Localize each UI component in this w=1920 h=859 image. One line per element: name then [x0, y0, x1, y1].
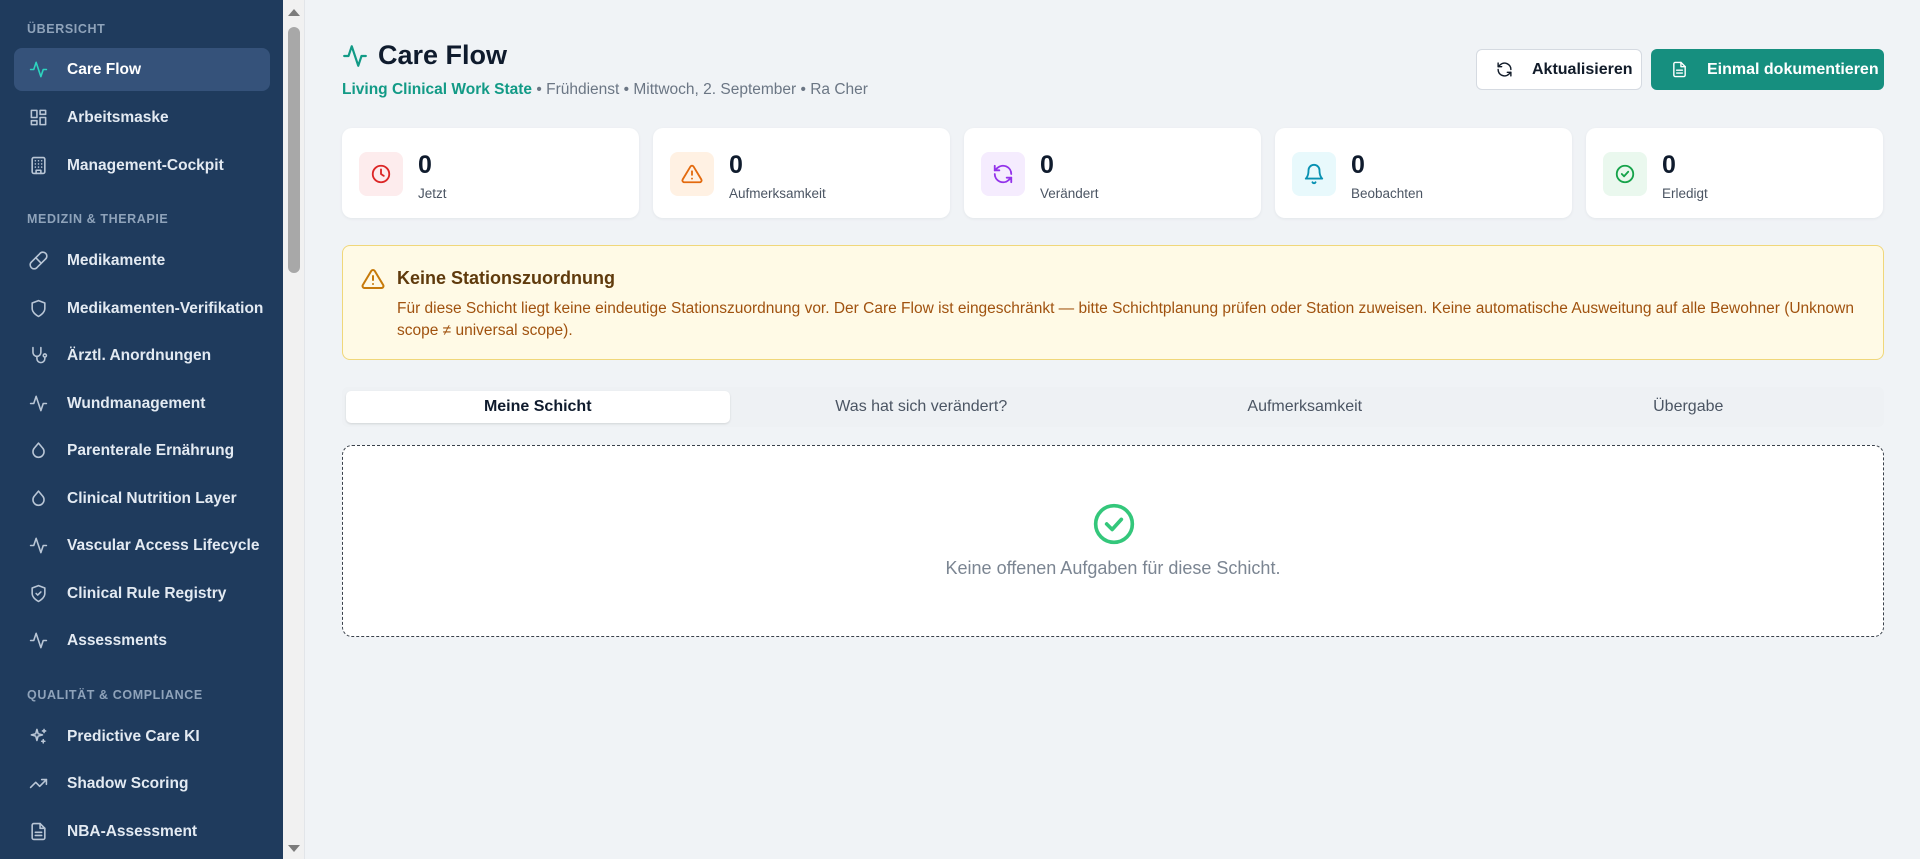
- sidebar-item-aerztl-anordnungen[interactable]: Ärztl. Anordnungen: [14, 334, 270, 377]
- sidebar-item-label: Assessments: [67, 631, 167, 649]
- clock-icon: [359, 152, 403, 196]
- sidebar-section-title: ÜBERSICHT: [27, 22, 106, 36]
- tab-uebergabe[interactable]: Übergabe: [1497, 391, 1881, 423]
- sidebar-item-wundmanagement[interactable]: Wundmanagement: [14, 382, 270, 425]
- tab-aufmerksamkeit[interactable]: Aufmerksamkeit: [1113, 391, 1497, 423]
- activity-icon: [343, 44, 367, 67]
- document-once-button-label: Einmal dokumentieren: [1707, 60, 1879, 78]
- no-station-alert: Keine Stationszuordnung Für diese Schich…: [342, 245, 1884, 360]
- activity-icon: [28, 394, 48, 414]
- stat-card-veraendert[interactable]: 0 Verändert: [964, 128, 1261, 218]
- sidebar-item-medikamenten-verifikation[interactable]: Medikamenten-Verifikation: [14, 287, 270, 330]
- stat-card-jetzt[interactable]: 0 Jetzt: [342, 128, 639, 218]
- main-content: Care Flow Living Clinical Work State • F…: [306, 0, 1920, 859]
- stat-value: 0: [1662, 151, 1676, 179]
- sidebar-item-shadow-scoring[interactable]: Shadow Scoring: [14, 762, 270, 805]
- sidebar-item-label: NBA-Assessment: [67, 822, 198, 840]
- sidebar-item-label: Clinical Nutrition Layer: [67, 489, 237, 507]
- stat-value: 0: [1040, 151, 1054, 179]
- sidebar-item-label: Wundmanagement: [67, 394, 206, 412]
- file-text-icon: [28, 822, 48, 842]
- sidebar-item-management-cockpit[interactable]: Management-Cockpit: [14, 144, 270, 187]
- empty-state-panel: Keine offenen Aufgaben für diese Schicht…: [342, 445, 1884, 637]
- alert-title: Keine Stationszuordnung: [397, 268, 615, 288]
- sidebar-item-care-flow[interactable]: Care Flow: [14, 48, 270, 91]
- trending-up-icon: [28, 774, 48, 794]
- alert-triangle-icon: [361, 268, 385, 289]
- stat-label: Erledigt: [1662, 186, 1708, 201]
- page-title: Care Flow: [378, 40, 508, 70]
- document-once-button[interactable]: Einmal dokumentieren: [1651, 49, 1884, 90]
- sidebar-item-predictive-care-ki[interactable]: Predictive Care KI: [14, 715, 270, 758]
- sidebar-item-medikamente[interactable]: Medikamente: [14, 239, 270, 282]
- check-circle-icon: [1093, 503, 1135, 545]
- scroll-up-arrow-icon[interactable]: [288, 9, 300, 16]
- sidebar-item-vascular-access-lifecycle[interactable]: Vascular Access Lifecycle: [14, 524, 270, 567]
- refresh-button[interactable]: Aktualisieren: [1476, 49, 1642, 90]
- layout-grid-icon: [28, 108, 48, 128]
- sidebar-item-label: Care Flow: [67, 60, 142, 78]
- stat-label: Beobachten: [1351, 186, 1424, 201]
- stat-card-aufmerksamkeit[interactable]: 0 Aufmerksamkeit: [653, 128, 950, 218]
- sparkles-icon: [28, 727, 48, 747]
- refresh-icon: [1497, 62, 1512, 77]
- sidebar-item-label: Ärztl. Anordnungen: [67, 346, 212, 364]
- empty-state-message: Keine offenen Aufgaben für diese Schicht…: [945, 558, 1281, 578]
- tab-meine-schicht[interactable]: Meine Schicht: [346, 391, 730, 423]
- sidebar-item-clinical-nutrition-layer[interactable]: Clinical Nutrition Layer: [14, 477, 270, 520]
- sidebar-item-label: Arbeitsmaske: [67, 108, 169, 126]
- sidebar-scrollbar[interactable]: [283, 0, 305, 859]
- building-icon: [28, 156, 48, 176]
- care-flow-tabs: Meine Schicht Was hat sich verändert? Au…: [342, 387, 1884, 427]
- shield-icon: [28, 299, 48, 319]
- stethoscope-icon: [28, 346, 48, 366]
- stat-card-beobachten[interactable]: 0 Beobachten: [1275, 128, 1572, 218]
- stat-label: Verändert: [1040, 186, 1099, 201]
- droplet-icon: [28, 441, 48, 461]
- sidebar-item-nba-assessment[interactable]: NBA-Assessment: [14, 810, 270, 853]
- sidebar: ÜBERSICHT Care Flow Arbeitsmaske Managem…: [0, 0, 283, 859]
- subtitle-shift-info: • Frühdienst • Mittwoch, 2. September • …: [532, 81, 868, 98]
- check-circle-icon: [1603, 152, 1647, 196]
- activity-icon: [28, 60, 48, 80]
- sidebar-section-title: MEDIZIN & THERAPIE: [27, 212, 169, 226]
- stat-value: 0: [418, 151, 432, 179]
- refresh-icon: [981, 152, 1025, 196]
- sidebar-item-label: Management-Cockpit: [67, 156, 224, 174]
- alert-triangle-icon: [670, 152, 714, 196]
- sidebar-item-label: Vascular Access Lifecycle: [67, 536, 260, 554]
- refresh-button-label: Aktualisieren: [1532, 60, 1633, 78]
- sidebar-item-label: Shadow Scoring: [67, 774, 189, 792]
- sidebar-item-label: Predictive Care KI: [67, 727, 200, 745]
- shield-check-icon: [28, 584, 48, 604]
- sidebar-item-label: Medikamente: [67, 251, 166, 269]
- droplet-icon: [28, 489, 48, 509]
- bell-icon: [1292, 152, 1336, 196]
- stat-label: Aufmerksamkeit: [729, 186, 826, 201]
- file-text-icon: [1673, 61, 1686, 78]
- sidebar-item-label: Clinical Rule Registry: [67, 584, 227, 602]
- stat-card-erledigt[interactable]: 0 Erledigt: [1586, 128, 1883, 218]
- sidebar-item-clinical-rule-registry[interactable]: Clinical Rule Registry: [14, 572, 270, 615]
- sidebar-item-assessments[interactable]: Assessments: [14, 619, 270, 662]
- activity-icon: [28, 631, 48, 651]
- stat-value: 0: [729, 151, 743, 179]
- page-header: Care Flow: [342, 40, 507, 71]
- page-subtitle: Living Clinical Work State • Frühdienst …: [342, 81, 868, 99]
- activity-icon: [28, 536, 48, 556]
- tab-was-hat-sich-veraendert[interactable]: Was hat sich verändert?: [730, 391, 1114, 423]
- sidebar-item-parenterale-ernaehrung[interactable]: Parenterale Ernährung: [14, 429, 270, 472]
- sidebar-item-arbeitsmaske[interactable]: Arbeitsmaske: [14, 96, 270, 139]
- sidebar-section-title: QUALITÄT & COMPLIANCE: [27, 688, 203, 702]
- scroll-thumb[interactable]: [288, 27, 300, 273]
- scroll-down-arrow-icon[interactable]: [288, 845, 300, 852]
- alert-text: Für diese Schicht liegt keine eindeutige…: [397, 300, 1854, 339]
- sidebar-item-label: Medikamenten-Verifikation: [67, 299, 264, 317]
- stat-label: Jetzt: [418, 186, 447, 201]
- sidebar-item-label: Parenterale Ernährung: [67, 441, 235, 459]
- subtitle-context: Living Clinical Work State: [342, 81, 533, 98]
- stat-value: 0: [1351, 151, 1365, 179]
- pill-icon: [28, 251, 48, 271]
